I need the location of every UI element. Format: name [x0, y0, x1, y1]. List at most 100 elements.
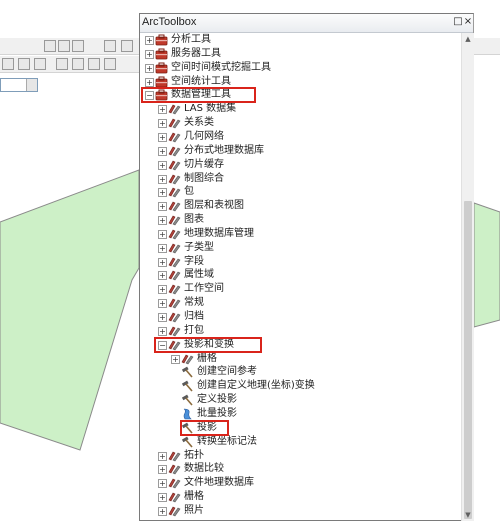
tree-item[interactable]: + 文件地理数据库 [140, 476, 460, 490]
map-polygon-left[interactable] [0, 169, 140, 451]
tree-item[interactable]: + 切片缓存 [140, 158, 460, 172]
tree-item[interactable]: + 字段 [140, 255, 460, 269]
move-icon[interactable] [72, 58, 84, 70]
highlight-box [141, 87, 256, 104]
expand-toggle-icon[interactable]: + [145, 36, 154, 45]
expand-toggle-icon[interactable]: + [158, 174, 167, 184]
tree-item[interactable]: 定义投影 [140, 393, 460, 407]
tree-item[interactable]: + 包 [140, 185, 460, 199]
tree-item[interactable]: + 栅格 [140, 490, 460, 504]
vertical-scrollbar[interactable]: ▲ ▼ [461, 33, 474, 521]
tree-item[interactable]: + 照片 [140, 504, 460, 518]
chevron-down-icon[interactable] [26, 79, 37, 91]
toolset-icon [168, 283, 181, 295]
tree-item[interactable]: 创建自定义地理(坐标)变换 [140, 379, 460, 393]
tree-item[interactable]: + 地理数据库管理 [140, 227, 460, 241]
expand-toggle-icon[interactable]: + [145, 77, 154, 87]
toolset-icon [168, 173, 181, 185]
tree-item[interactable]: + 拓扑 [140, 449, 460, 463]
scroll-down-icon[interactable]: ▼ [462, 509, 474, 521]
toolset-icon [168, 491, 181, 503]
expand-toggle-icon[interactable]: + [158, 243, 167, 253]
tree-item[interactable]: 转换坐标记法 [140, 435, 460, 449]
tree-item-label: 空间时间模式挖掘工具 [171, 61, 271, 73]
tree-item[interactable]: + 属性域 [140, 268, 460, 282]
toolset-icon [168, 200, 181, 212]
expand-toggle-icon[interactable]: + [158, 479, 167, 489]
tree-item-label: 地理数据库管理 [184, 227, 254, 239]
expand-toggle-icon[interactable]: + [158, 271, 167, 281]
expand-toggle-icon[interactable]: + [158, 146, 167, 156]
tree-item[interactable]: + 空间时间模式挖掘工具 [140, 61, 460, 75]
tree-item[interactable]: + 子类型 [140, 241, 460, 255]
search-icon[interactable] [121, 40, 133, 52]
toolset-icon [168, 186, 181, 198]
attributes-icon[interactable] [104, 58, 116, 70]
right-toolbar [474, 38, 500, 55]
tree-item[interactable]: + 制图综合 [140, 172, 460, 186]
toolset-icon [168, 242, 181, 254]
tree-item-label: 几何网络 [184, 130, 224, 142]
expand-toggle-icon[interactable]: + [158, 506, 167, 516]
tree-item[interactable]: + 几何网络 [140, 130, 460, 144]
expand-toggle-icon[interactable]: + [158, 119, 167, 129]
expand-toggle-icon[interactable]: + [158, 285, 167, 295]
scroll-up-icon[interactable]: ▲ [462, 33, 474, 45]
tree-item-label: 栅格 [197, 352, 217, 364]
tree-item-label: 工作空间 [184, 283, 224, 295]
panel-title: ArcToolbox [142, 16, 197, 28]
expand-toggle-icon[interactable]: + [145, 49, 154, 59]
expand-toggle-icon[interactable]: + [158, 451, 167, 461]
expand-toggle-icon[interactable]: + [158, 326, 167, 336]
tree-item[interactable]: + 图表 [140, 213, 460, 227]
tree-item[interactable]: 创建空间参考 [140, 365, 460, 379]
main-toolbar [0, 38, 140, 92]
tree-item[interactable]: + 数据比较 [140, 462, 460, 476]
expand-toggle-icon[interactable]: + [158, 465, 167, 475]
tree-item[interactable]: + 分布式地理数据库 [140, 144, 460, 158]
panel-title-bar[interactable]: ArcToolbox □ × [140, 14, 473, 33]
tree-item[interactable]: + 服务器工具 [140, 47, 460, 61]
vertex-icon[interactable] [34, 58, 46, 70]
expand-toggle-icon[interactable]: + [158, 313, 167, 322]
close-button[interactable]: × [462, 16, 474, 28]
tree-item[interactable]: + 栅格 [140, 352, 460, 366]
tree-item[interactable]: + 关系类 [140, 116, 460, 130]
expand-toggle-icon[interactable]: + [158, 493, 167, 503]
expand-toggle-icon[interactable]: + [145, 63, 154, 73]
tree-item-label: 常规 [184, 297, 204, 309]
expand-toggle-icon[interactable]: + [158, 132, 167, 142]
sketch-icon[interactable] [18, 58, 30, 70]
expand-toggle-icon[interactable]: + [171, 354, 180, 364]
expand-toggle-icon[interactable]: + [158, 202, 167, 212]
expand-toggle-icon[interactable]: + [158, 299, 167, 309]
split-icon[interactable] [56, 58, 68, 70]
toolbox-icon [155, 62, 168, 74]
scale-combo[interactable] [0, 78, 38, 92]
layer-icon[interactable] [58, 40, 70, 52]
tree-item[interactable]: + 工作空间 [140, 282, 460, 296]
tree-item[interactable]: + 归档 [140, 310, 460, 324]
expand-toggle-icon[interactable]: + [158, 105, 167, 115]
hammer-icon [181, 366, 194, 378]
expand-toggle-icon[interactable]: + [158, 257, 167, 267]
expand-toggle-icon[interactable]: + [158, 216, 167, 226]
expand-toggle-icon[interactable]: + [158, 229, 167, 239]
expand-toggle-icon[interactable]: + [158, 160, 167, 170]
hammer-icon [181, 394, 194, 406]
tree-item-label: 切片缓存 [184, 158, 224, 170]
catalog-icon[interactable] [104, 40, 116, 52]
edit-tool-icon[interactable] [2, 58, 14, 70]
tree-item[interactable]: + 常规 [140, 296, 460, 310]
tree-item[interactable]: + 分析工具 [140, 33, 460, 47]
rotate-icon[interactable] [88, 58, 100, 70]
editor-icon[interactable] [72, 40, 84, 52]
tree-item[interactable]: + 图层和表视图 [140, 199, 460, 213]
identify-icon[interactable] [44, 40, 56, 52]
tree-item-label: 文件地理数据库 [184, 477, 254, 489]
tree-item-label: 图层和表视图 [184, 200, 244, 212]
map-polygon-right[interactable] [473, 202, 500, 328]
expand-toggle-icon[interactable]: + [158, 188, 167, 198]
scroll-thumb[interactable] [464, 201, 472, 519]
tree-item[interactable]: + LAS 数据集 [140, 102, 460, 116]
